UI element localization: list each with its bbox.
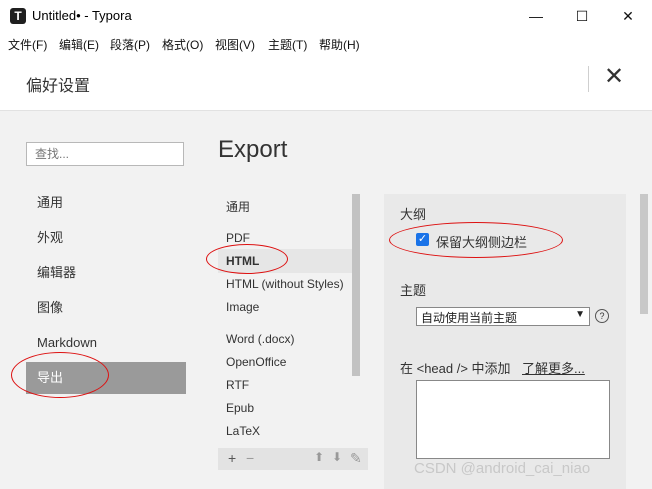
outline-section-label: 大纲 xyxy=(400,207,427,222)
add-icon[interactable]: + xyxy=(228,450,236,466)
menu-edit[interactable]: 编辑(E) xyxy=(59,36,99,53)
sidebar-item-image[interactable]: 图像 xyxy=(26,292,186,324)
move-down-icon[interactable]: ⬇ xyxy=(332,450,342,464)
dialog-close-icon[interactable]: ✕ xyxy=(604,62,624,91)
menu-help[interactable]: 帮助(H) xyxy=(319,36,360,53)
window-title: Untitled• - Typora xyxy=(32,8,132,23)
typora-app-icon: T xyxy=(10,8,26,24)
menu-paragraph[interactable]: 段落(P) xyxy=(110,36,150,53)
edit-icon[interactable]: ✎ xyxy=(350,450,362,467)
search-input[interactable] xyxy=(26,142,184,166)
format-item-image[interactable]: Image xyxy=(226,300,259,314)
menu-view[interactable]: 视图(V) xyxy=(215,36,255,53)
dialog-header: 偏好设置 ✕ xyxy=(0,54,652,111)
format-toolbar: + − ⬆ ⬇ ✎ xyxy=(218,448,368,470)
sidebar-item-editor[interactable]: 编辑器 xyxy=(26,257,186,289)
sidebar-item-general[interactable]: 通用 xyxy=(26,187,186,219)
format-item-pdf[interactable]: PDF xyxy=(226,231,250,245)
head-textarea[interactable] xyxy=(416,380,610,459)
move-up-icon[interactable]: ⬆ xyxy=(314,450,324,464)
header-divider xyxy=(588,66,589,92)
minimize-button[interactable]: — xyxy=(513,0,559,32)
watermark: CSDN @android_cai_niao xyxy=(414,460,591,477)
chevron-down-icon: ▼ xyxy=(575,309,585,320)
menu-theme[interactable]: 主题(T) xyxy=(268,36,307,53)
sidebar-item-markdown[interactable]: Markdown xyxy=(26,327,186,359)
menu-format[interactable]: 格式(O) xyxy=(162,36,203,53)
menu-bar: 文件(F) 编辑(E) 段落(P) 格式(O) 视图(V) 主题(T) 帮助(H… xyxy=(0,32,652,54)
help-icon[interactable]: ? xyxy=(595,309,609,323)
theme-select[interactable]: 自动使用当前主题 ▼ xyxy=(416,307,590,326)
format-item-epub[interactable]: Epub xyxy=(226,401,254,415)
format-item-html-no-styles[interactable]: HTML (without Styles) xyxy=(226,277,344,291)
format-item-html[interactable]: HTML xyxy=(226,254,259,268)
theme-section-label: 主题 xyxy=(400,283,427,298)
format-list-scrollbar[interactable] xyxy=(352,194,360,376)
export-title: Export xyxy=(218,136,288,163)
format-item-word[interactable]: Word (.docx) xyxy=(226,332,294,346)
settings-scrollbar[interactable] xyxy=(640,194,648,314)
menu-file[interactable]: 文件(F) xyxy=(8,36,47,53)
keep-outline-checkbox[interactable]: ✓ xyxy=(416,233,429,246)
format-item-latex[interactable]: LaTeX xyxy=(226,424,260,438)
learn-more-link[interactable]: 了解更多... xyxy=(522,358,585,377)
window-close-button[interactable]: ✕ xyxy=(605,0,651,32)
keep-outline-label: 保留大纲侧边栏 xyxy=(436,235,528,250)
dialog-title: 偏好设置 xyxy=(26,78,91,95)
format-item-openoffice[interactable]: OpenOffice xyxy=(226,355,286,369)
theme-select-value: 自动使用当前主题 xyxy=(421,311,518,325)
title-bar: T Untitled• - Typora — ☐ ✕ xyxy=(0,0,652,32)
format-item-rtf[interactable]: RTF xyxy=(226,378,249,392)
sidebar-item-export[interactable]: 导出 xyxy=(26,362,186,394)
format-item-general[interactable]: 通用 xyxy=(226,198,250,215)
head-section-label: 在 <head /> 中添加 xyxy=(400,361,511,376)
maximize-button[interactable]: ☐ xyxy=(559,0,605,32)
remove-icon[interactable]: − xyxy=(246,450,254,466)
sidebar-item-appearance[interactable]: 外观 xyxy=(26,222,186,254)
